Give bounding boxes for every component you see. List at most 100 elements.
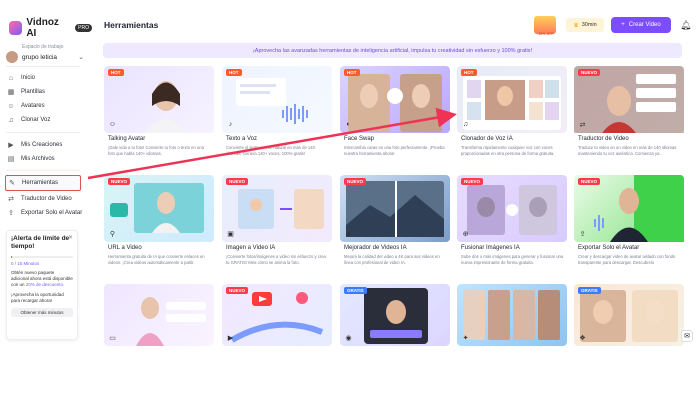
sidebar-item-plantillas[interactable]: ▦ Plantillas [7,86,83,98]
merge-icon: ⊕ [462,230,469,238]
image-to-video-preview [238,189,324,229]
bell-icon[interactable]: 🔔︎ [680,20,691,31]
text-icon: ▭ [109,334,116,342]
divider [6,170,80,171]
link-icon: ⚲ [109,230,116,238]
voice-clone-preview [463,76,561,130]
tool-card-row3-3[interactable]: GRATIS ◉ [340,284,450,346]
card-description: Crear y descargar video de avatar aislad… [578,254,676,265]
tool-card-mejorador-video[interactable]: NUEVO ◈ Mejorador de Videos IA Mejora la… [340,175,450,275]
card-preview [136,297,206,346]
alert-title: ¡Alerta de límite de tiempo! [11,235,70,250]
tool-card-row3-2[interactable]: NUEVO ▶ [222,284,332,346]
plus-icon: + [621,22,625,28]
tool-card-clonador-voz[interactable]: HOT ♫ Clonador de Voz IA Transforma rápi… [457,66,567,166]
minutes-balance-value: 30min [581,22,597,28]
card-description: Sube dos o más imágenes para generar y f… [461,254,564,265]
card-thumbnail [340,175,450,242]
create-video-label: Crear Video [628,22,661,28]
card-badge: NUEVO [578,178,601,185]
sidebar-item-avatares[interactable]: ☺ Avatares [7,100,83,112]
sidebar: Vidnoz AI PRO Espacio de trabajo grupo l… [0,0,92,345]
avatar-icon: ☺ [108,121,117,128]
translator-preview [574,66,684,133]
alert-note: ¡Aprovecha la oportunidad para recargar … [11,292,64,303]
card-thumbnail [104,175,214,242]
card-thumbnail [574,175,684,242]
tool-card-row3-1[interactable]: ▭ [104,284,214,346]
tool-card-texto-a-voz[interactable]: HOT ♪ Texto a Voz Convierte el texto en … [222,66,332,166]
card-badge: NUEVO [578,69,601,76]
tool-card-row3-5[interactable]: GRATIS ❖ [574,284,684,346]
sidebar-item-traductor[interactable]: ⇄ Traductor de Video [7,193,83,205]
card-title: Clonador de Voz IA [461,136,513,142]
card-title: Talking Avatar [108,136,146,142]
app-window: Vidnoz AI PRO Espacio de trabajo grupo l… [0,0,700,400]
sidebar-item-exportar[interactable]: ⇪ Exportar Solo el Avatar [7,207,83,219]
card-thumbnail [222,175,332,242]
tool-card-traductor-video[interactable]: NUEVO ⇄ Traductor de Video Traduce tu vi… [574,66,684,166]
sidebar-item-clonar-voz[interactable]: ♫ Clonar Voz [7,114,83,126]
sidebar-item-label: Clonar Voz [21,117,51,123]
card-description: Convierte el texto en voz natural en más… [226,145,315,156]
workspace-label: Espacio de trabajo [22,44,64,50]
tool-card-url-a-video[interactable]: NUEVO ⚲ URL a Video Herramienta gratuita… [104,175,214,275]
card-thumbnail [104,66,214,133]
card-thumbnail [457,284,567,346]
sidebar-item-label: Mis Creaciones [21,142,63,148]
sparkle-icon: ✦ [462,334,469,342]
page-title: Herramientas [104,20,159,30]
card-thumbnail [340,66,450,133]
style-icon: ❖ [579,334,586,342]
avatar-icon: ☺ [7,102,15,110]
sidebar-item-label: Plantillas [21,89,46,95]
card-badge: GRATIS [578,287,601,294]
tool-card-fusionar-imagenes[interactable]: NUEVO ⊕ Fusionar Imágenes IA Sube dos o … [457,175,567,275]
translate-icon: ⇄ [8,196,14,203]
card-badge: NUEVO [108,178,131,185]
merge-images-preview [467,185,557,235]
card-description: Intercambia caras en una foto perfectame… [344,145,445,156]
mic-icon: ◉ [345,334,352,342]
close-icon[interactable]: ✕ [68,234,73,241]
help-chat-icon[interactable]: ✉ [681,330,693,342]
sidebar-item-inicio[interactable]: ⌂ Inicio [7,72,83,84]
card-description: ¡Convierte fotos/imágenes a video sin es… [226,254,326,265]
sidebar-item-herramientas[interactable]: ✎ Herramientas [5,175,81,191]
templates-icon: ▦ [7,89,15,96]
card-thumbnail [104,284,214,346]
card-badge: GRATIS [344,287,367,294]
card-badge: NUEVO [226,287,249,294]
sidebar-item-mis-creaciones[interactable]: ▶ Mis Creaciones [7,139,83,151]
url-video-preview [110,183,204,233]
card-badge: HOT [108,69,124,76]
tool-card-exportar-avatar[interactable]: NUEVO ⇪ Exportar Solo el Avatar Crear y … [574,175,684,275]
card-description: Traduce tu video en un video en más de 1… [578,145,677,156]
logo[interactable]: Vidnoz AI PRO [9,17,92,39]
card-description: Transforma rápidamente cualquier voz con… [461,145,555,156]
tool-card-face-swap[interactable]: HOT ◐ Face Swap Intercambia caras en una… [340,66,450,166]
card-title: URL a Video [108,245,142,251]
files-icon: ▤ [7,156,15,163]
sidebar-item-mis-archivos[interactable]: ▤ Mis Archivos [7,153,83,165]
card-badge: HOT [461,69,477,76]
tool-card-imagen-a-video[interactable]: NUEVO ▣ Imagen a Video IA ¡Convierte fot… [222,175,332,275]
get-more-minutes-button[interactable]: Obtener más minutos [11,308,73,317]
minutes-balance[interactable]: ♛ 30min [566,18,604,32]
create-video-button[interactable]: + Crear Video [611,17,671,33]
avatar-portrait [144,81,188,133]
tool-card-talking-avatar[interactable]: HOT ☺ Talking Avatar ¡Dale vida a tu fot… [104,66,214,166]
divider [6,132,80,133]
card-preview [463,290,560,340]
face-swap-preview [348,74,442,132]
crown-icon: ♛ [573,22,579,29]
tool-card-row3-4[interactable]: ✦ [457,284,567,346]
pro-badge: PRO [75,24,92,32]
soundwave-icon: ♪ [228,121,233,128]
time-limit-alert: ✕ ¡Alerta de límite de tiempo! 0 / 15 Mi… [6,230,78,340]
card-badge: NUEVO [226,178,249,185]
workspace-selector[interactable]: Espacio de trabajo grupo leticia ⌄ [6,44,84,63]
creations-icon: ▶ [8,142,14,149]
card-title: Traductor de Video [578,136,629,142]
usage-text: 0 / 15 Minutos [11,261,40,266]
